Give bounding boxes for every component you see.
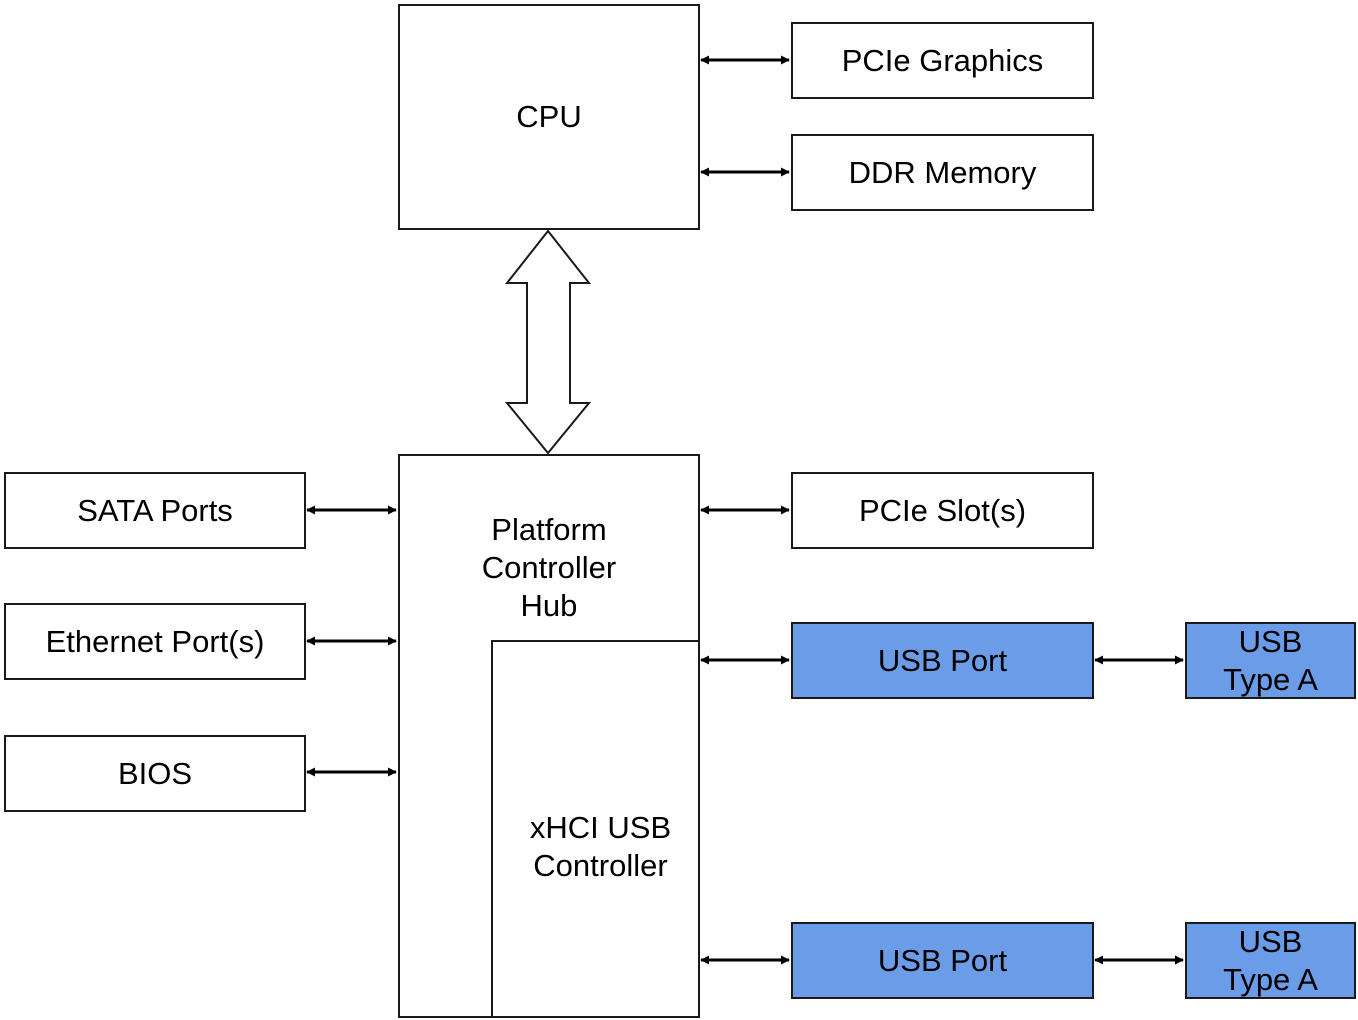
- cpu-node: CPU: [398, 4, 700, 230]
- bios-node: BIOS: [4, 735, 306, 812]
- pcie-slots-label: PCIe Slot(s): [858, 492, 1027, 528]
- ethernet-ports-label: Ethernet Port(s): [45, 623, 265, 659]
- sata-ports-label: SATA Ports: [77, 492, 233, 528]
- usb-type-a-1-node: USB Type A: [1185, 622, 1356, 699]
- cpu-pch-bus-arrow: [504, 229, 592, 455]
- usb-port-1-label: USB Port: [877, 642, 1008, 678]
- usb-port-2-node: USB Port: [791, 922, 1094, 999]
- pcie-slots-node: PCIe Slot(s): [791, 472, 1094, 549]
- usb-type-a-2-node: USB Type A: [1185, 922, 1356, 999]
- xhci-usb-controller-node: xHCI USB Controller: [491, 640, 700, 1018]
- sata-ports-node: SATA Ports: [4, 472, 306, 549]
- usb-port-1-node: USB Port: [791, 622, 1094, 699]
- pcie-graphics-label: PCIe Graphics: [841, 42, 1044, 78]
- cpu-label: CPU: [516, 99, 582, 134]
- xhci-usb-controller-label: xHCI USB Controller: [529, 810, 672, 883]
- pch-label: Platform Controller Hub: [481, 512, 617, 623]
- usb-port-2-label: USB Port: [877, 942, 1008, 978]
- usb-type-a-2-label: USB Type A: [1223, 923, 1318, 997]
- ethernet-ports-node: Ethernet Port(s): [4, 603, 306, 680]
- ddr-memory-node: DDR Memory: [791, 134, 1094, 211]
- ddr-memory-label: DDR Memory: [848, 154, 1037, 190]
- usb-type-a-1-label: USB Type A: [1223, 623, 1318, 697]
- bios-label: BIOS: [117, 755, 193, 791]
- pcie-graphics-node: PCIe Graphics: [791, 22, 1094, 99]
